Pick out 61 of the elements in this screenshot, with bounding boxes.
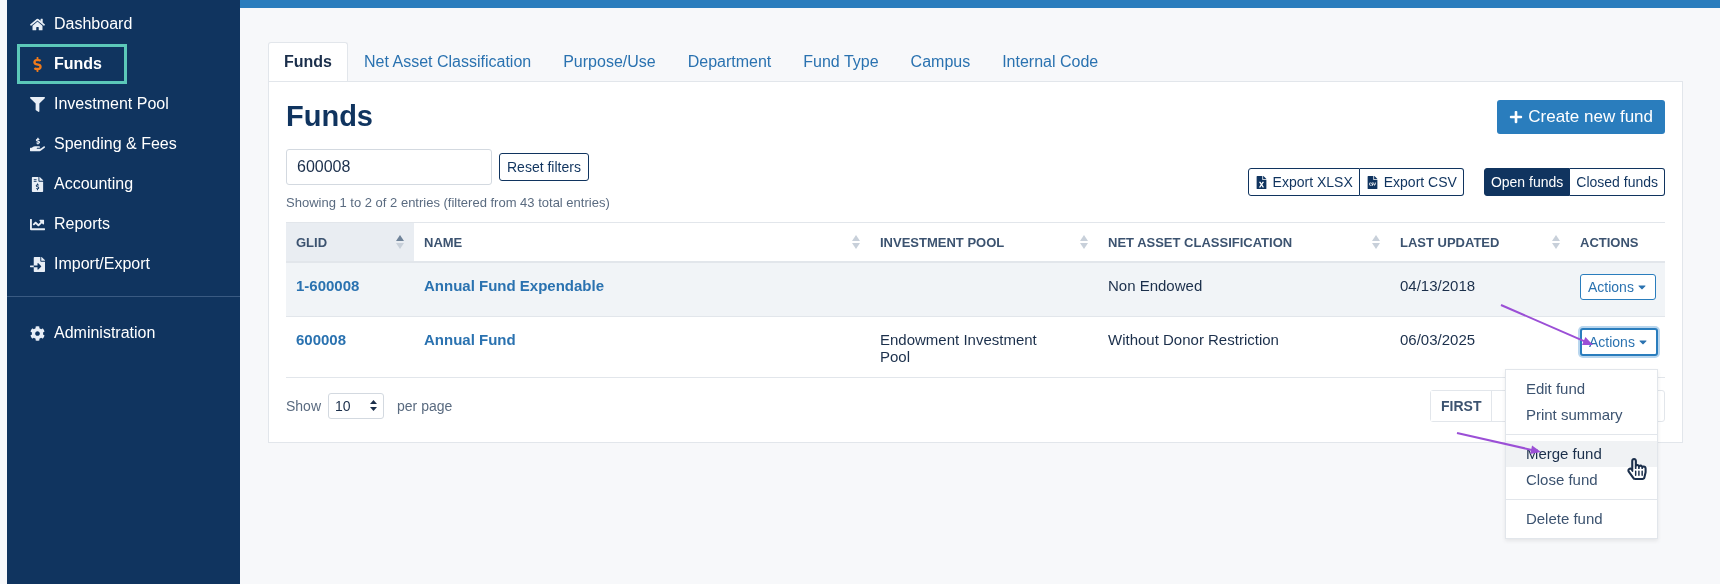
table-cell: Non Endowed	[1108, 277, 1203, 294]
sidebar-item[interactable]: Spending & Fees	[17, 124, 230, 164]
entries-summary: Showing 1 to 2 of 2 entries (filtered from 43 total entries)	[286, 195, 610, 210]
tab[interactable]: Campus	[894, 42, 987, 81]
sidebar-item-icon	[30, 136, 45, 152]
reset-filters-button[interactable]: Reset filters	[499, 153, 589, 181]
file-icon	[1254, 175, 1268, 189]
table-cell: 04/13/2018	[1400, 277, 1476, 294]
export-button[interactable]: Export CSV	[1359, 168, 1464, 196]
page-title: Funds	[286, 100, 374, 133]
menu-item[interactable]: Edit fund	[1505, 375, 1657, 402]
table-cell: 06/03/2025	[1400, 330, 1476, 348]
export-button[interactable]: Export XLSX	[1247, 168, 1360, 196]
column-header[interactable]: INVESTMENT POOL	[870, 222, 1098, 262]
actions-button[interactable]: Actions	[1580, 274, 1656, 300]
hand-pointer-icon	[1626, 458, 1648, 480]
fund-link[interactable]: 600008	[296, 330, 347, 348]
pagination-button[interactable]: FIRST	[1431, 390, 1493, 421]
sidebar-item-icon	[30, 16, 45, 32]
menu-item[interactable]: Close fund	[1505, 466, 1657, 493]
actions-button[interactable]: Actions	[1580, 327, 1658, 356]
tab[interactable]: Funds	[268, 42, 348, 81]
select-arrows-icon	[370, 400, 378, 411]
file-icon	[1365, 175, 1379, 189]
table-cell-text: Endowment Investment Pool	[880, 330, 1038, 365]
fund-link[interactable]: Annual Fund Expendable	[424, 277, 604, 294]
status-toggle-button[interactable]: Open funds	[1483, 168, 1571, 196]
sidebar-item-icon	[30, 256, 45, 272]
page-size-select[interactable]: 10	[328, 392, 385, 419]
sidebar-item[interactable]: Import/Export	[17, 244, 230, 284]
sidebar-item[interactable]: Administration	[17, 313, 230, 353]
tab[interactable]: Net Asset Classification	[348, 42, 548, 81]
tab[interactable]: Department	[671, 42, 788, 81]
sidebar-item[interactable]: Investment Pool	[17, 84, 230, 124]
fund-link[interactable]: 1-600008	[296, 277, 360, 294]
create-fund-button[interactable]: Create new fund	[1497, 100, 1665, 134]
sidebar-item[interactable]: Reports	[17, 204, 230, 244]
per-page-label: per page	[397, 397, 453, 414]
column-header[interactable]: NAME	[414, 222, 870, 262]
plus-icon	[1509, 110, 1524, 124]
sidebar-item[interactable]: Dashboard	[17, 4, 230, 44]
column-header[interactable]: GLID	[286, 222, 414, 262]
sidebar-item-icon	[30, 96, 45, 112]
settings-icon	[30, 325, 45, 341]
fund-link[interactable]: Annual Fund	[424, 330, 516, 348]
sidebar-item[interactable]: Accounting	[17, 164, 230, 204]
column-header[interactable]: LAST UPDATED	[1390, 222, 1570, 262]
status-toggle-button[interactable]: Closed funds	[1570, 168, 1665, 196]
tab[interactable]: Internal Code	[986, 42, 1115, 81]
sidebar-item-icon	[30, 216, 45, 232]
column-header[interactable]: NET ASSET CLASSIFICATION	[1098, 222, 1390, 262]
table-cell: Without Donor Restriction	[1108, 330, 1279, 348]
sidebar-item[interactable]: Funds	[17, 44, 127, 84]
search-field[interactable]: 600008	[286, 149, 492, 185]
menu-item[interactable]: Delete fund	[1505, 505, 1657, 532]
sidebar-item-icon	[30, 176, 45, 192]
show-label: Show	[286, 397, 322, 414]
menu-item[interactable]: Print summary	[1505, 401, 1657, 428]
tab[interactable]: Purpose/Use	[547, 42, 672, 81]
tab[interactable]: Fund Type	[787, 42, 895, 81]
column-header: ACTIONS	[1570, 222, 1665, 262]
